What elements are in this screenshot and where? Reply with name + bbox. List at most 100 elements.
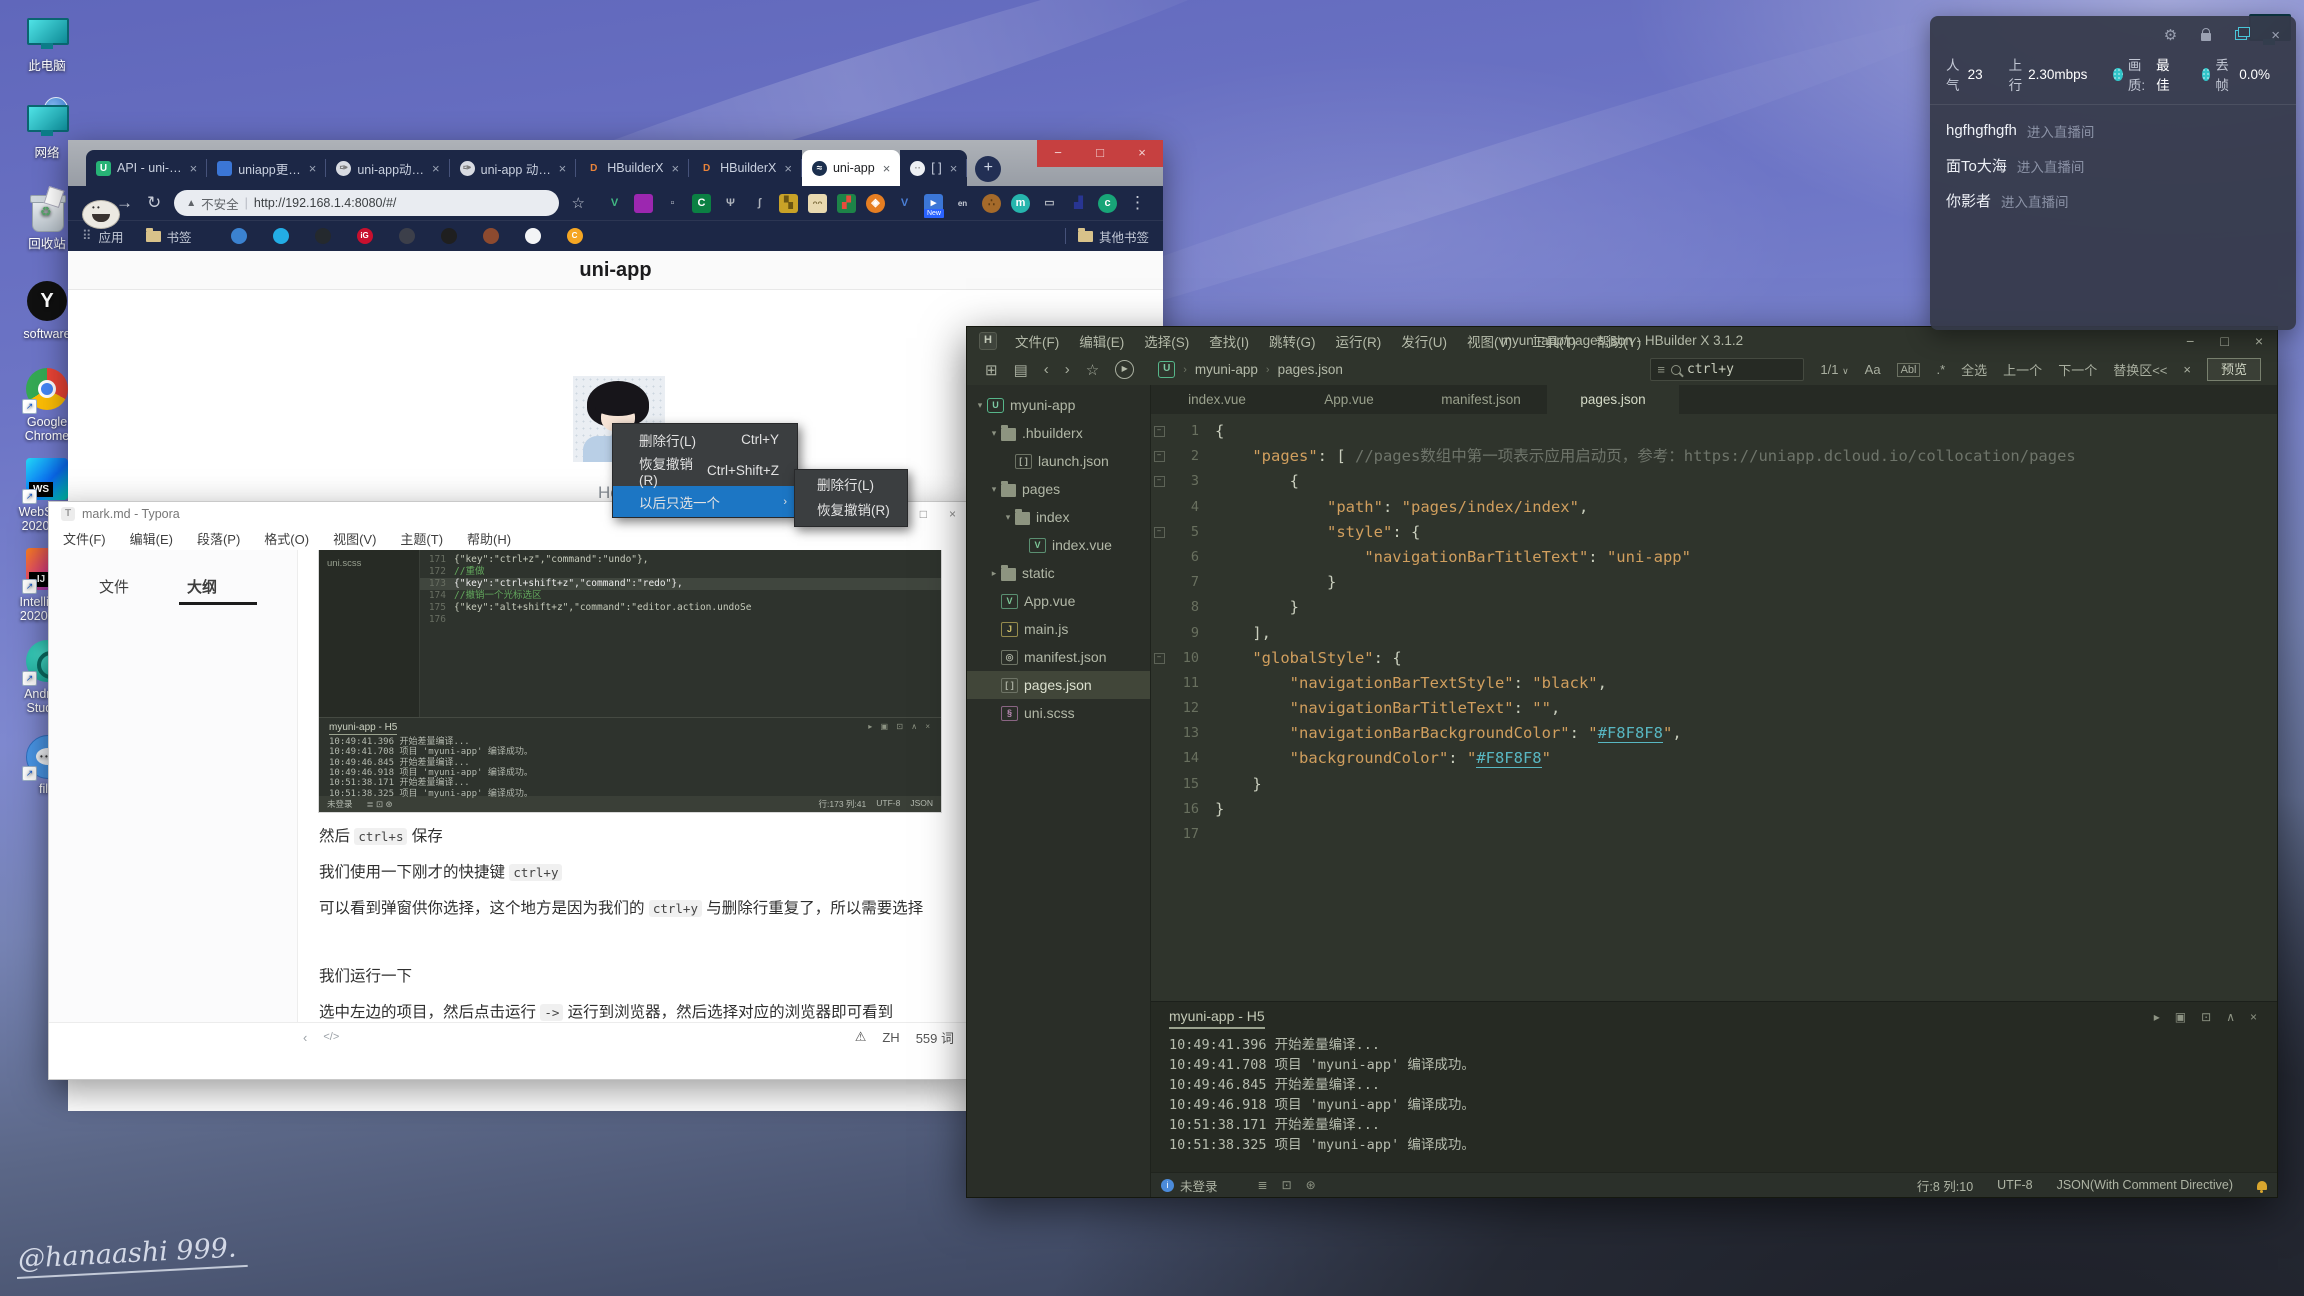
typora-menu-item[interactable]: 文件(F) (63, 529, 106, 548)
pen-en-extension-icon[interactable]: en (953, 194, 972, 213)
document-paragraph[interactable]: 可以看到弹窗供你选择，这个地方是因为我们的 ctrl+y 与删除行重复了，所以需… (319, 898, 948, 920)
select-all-button[interactable]: 全选 (1961, 360, 1987, 379)
other-bookmarks-folder-icon[interactable] (1077, 227, 1093, 242)
bookmark-star-icon[interactable]: ☆ (572, 194, 585, 212)
notification-bell-icon[interactable] (2257, 1180, 2267, 1193)
statusbar-icon[interactable]: ≣ (1258, 1178, 1268, 1192)
tree-item-myuni-app[interactable]: ▾ Umyuni-app (967, 391, 1150, 419)
copy-layers-icon[interactable] (2235, 27, 2251, 40)
vue-blue-extension-icon[interactable]: V (895, 194, 914, 213)
favorite-star-icon[interactable]: ☆ (1086, 361, 1099, 379)
window-extension-icon[interactable]: ▫ (663, 194, 682, 213)
save-icon[interactable]: ▤ (1014, 361, 1028, 379)
context-menu-item[interactable]: 恢复撤销(R) Ctrl+Shift+Z (613, 455, 797, 488)
tree-item--hbuilderx[interactable]: ▾ .hbuilderx (967, 419, 1150, 447)
github-favicon[interactable] (314, 228, 331, 244)
tab-close-icon[interactable]: × (948, 161, 960, 176)
bookmarks-folder-icon[interactable] (145, 227, 161, 242)
context-submenu-item[interactable]: 删除行(L) (795, 473, 907, 498)
browser-tab[interactable]: D HBuilderX × (689, 150, 802, 186)
black-cat-favicon[interactable] (440, 228, 457, 244)
feather-extension-icon[interactable]: ʃ (750, 194, 769, 213)
browser-tab[interactable]: D HBuilderX × (576, 150, 690, 186)
tab-close-icon[interactable]: × (557, 161, 569, 176)
match-case-toggle[interactable]: Aa (1865, 362, 1881, 377)
tree-caret-icon[interactable]: ▾ (1001, 512, 1015, 523)
sidebar-tab-outline[interactable]: 大纲 (187, 576, 217, 597)
browser-tab[interactable]: ✑ uni-app 动… × (449, 150, 577, 186)
close-button[interactable]: × (949, 507, 956, 521)
tree-caret-icon[interactable]: ▾ (987, 484, 1001, 495)
trident-extension-icon[interactable]: Ψ (721, 194, 740, 213)
vue-extension-icon[interactable]: V (605, 194, 624, 213)
tree-item-pages-json[interactable]: [ ] pages.json (967, 671, 1150, 699)
fold-marker[interactable] (1151, 696, 1167, 721)
editor-tab-manifest.json[interactable]: manifest.json (1415, 385, 1547, 414)
tree-caret-icon[interactable]: ▸ (987, 568, 1001, 579)
security-warning-icon[interactable]: ▲ (186, 198, 196, 209)
browser-tab[interactable]: uniapp更… × (207, 150, 327, 186)
hbuilderx-menu-item[interactable]: 查找(I) (1199, 331, 1259, 351)
tab-close-icon[interactable]: × (307, 161, 319, 176)
browser-tab[interactable]: ≈ uni-app × (801, 150, 901, 186)
fold-marker[interactable]: − (1151, 520, 1167, 545)
tree-item-index[interactable]: ▾ index (967, 503, 1150, 531)
puzzle-extension-icon[interactable]: ▟ (1069, 194, 1088, 213)
statusbar-icon[interactable]: ⊡ (1282, 1178, 1292, 1192)
tv-new-extension-icon[interactable]: ▸ New (924, 193, 944, 218)
browser-tab[interactable]: ✑ uni-app动… × (326, 150, 450, 186)
fold-marker[interactable] (1151, 595, 1167, 620)
fold-marker[interactable]: − (1151, 444, 1167, 469)
apps-grid-icon[interactable]: ⠿ (82, 228, 93, 244)
fold-marker[interactable] (1151, 772, 1167, 797)
typora-menu-item[interactable]: 帮助(H) (467, 529, 511, 548)
tree-item-uni-scss[interactable]: § uni.scss (967, 699, 1150, 727)
tv-favicon[interactable] (272, 228, 289, 244)
m-teal-extension-icon[interactable]: m (1011, 193, 1030, 213)
word-count[interactable]: 559 词 (916, 1028, 954, 1047)
document-paragraph[interactable]: 选中左边的项目，然后点击运行 -> 运行到浏览器，然后选择对应的浏览器即可看到 (319, 1002, 948, 1024)
dark-circle-favicon[interactable] (398, 228, 415, 244)
nav-forward-icon[interactable]: › (1065, 361, 1070, 378)
minimize-button[interactable]: − (2186, 333, 2194, 349)
purple-extension-icon[interactable] (634, 193, 653, 213)
browser-tab[interactable]: U API - uni-… × (86, 150, 208, 186)
fold-marker[interactable] (1151, 621, 1167, 646)
fold-marker[interactable] (1151, 495, 1167, 520)
enter-room-link[interactable]: 进入直播间 (2001, 191, 2069, 211)
tab-close-icon[interactable]: × (188, 161, 200, 176)
typora-menu-item[interactable]: 段落(P) (197, 529, 240, 548)
apps-label[interactable]: 应用 (99, 227, 124, 246)
fold-marker[interactable] (1151, 570, 1167, 595)
browser-tab[interactable]: ·· [ ] × (900, 150, 968, 186)
close-button[interactable]: × (1121, 140, 1163, 167)
context-menu-item[interactable]: 以后只选一个 › (613, 486, 797, 517)
account-icon[interactable]: i (1161, 1178, 1174, 1192)
typora-menu-item[interactable]: 编辑(E) (130, 529, 173, 548)
cat-box-extension-icon[interactable]: ▚ (779, 193, 798, 213)
fold-marker[interactable] (1151, 721, 1167, 746)
tab-close-icon[interactable]: × (670, 161, 682, 176)
tree-caret-icon[interactable]: ▾ (973, 400, 987, 411)
other-bookmarks-label[interactable]: 其他书签 (1099, 227, 1149, 246)
console-tab[interactable]: myuni-app - H5 (1169, 1008, 1265, 1029)
typora-menu-item[interactable]: 视图(V) (333, 529, 376, 548)
maximize-button[interactable]: □ (920, 507, 927, 521)
regex-toggle[interactable]: .* (1936, 362, 1945, 377)
console-action-icon[interactable]: ▸ (2154, 1010, 2160, 1024)
cursor-position[interactable]: 行:8 列:10 (1917, 1176, 1973, 1195)
console-action-icon[interactable]: × (2250, 1010, 2257, 1024)
browser-menu-icon[interactable]: ⋮ (1129, 193, 1146, 213)
typora-menu-item[interactable]: 主题(T) (400, 529, 443, 548)
bookmarks-folder-label[interactable]: 书签 (167, 227, 192, 246)
tree-caret-icon[interactable]: ▾ (987, 428, 1001, 439)
source-code-mode-icon[interactable]: </> (323, 1031, 339, 1043)
encoding[interactable]: UTF-8 (1997, 1178, 2032, 1192)
find-close-icon[interactable]: × (2183, 362, 2191, 377)
context-menu-item[interactable]: 删除行(L) Ctrl+Y (613, 424, 797, 455)
fold-marker[interactable] (1151, 671, 1167, 696)
tree-item-App-vue[interactable]: V App.vue (967, 587, 1150, 615)
enter-room-link[interactable]: 进入直播间 (2027, 121, 2095, 141)
statusbar-icon[interactable]: ⊛ (1306, 1178, 1316, 1192)
code-editor[interactable]: −1{−2 "pages": [ //pages数组中第一项表示应用启动页，参考… (1151, 414, 2277, 1001)
